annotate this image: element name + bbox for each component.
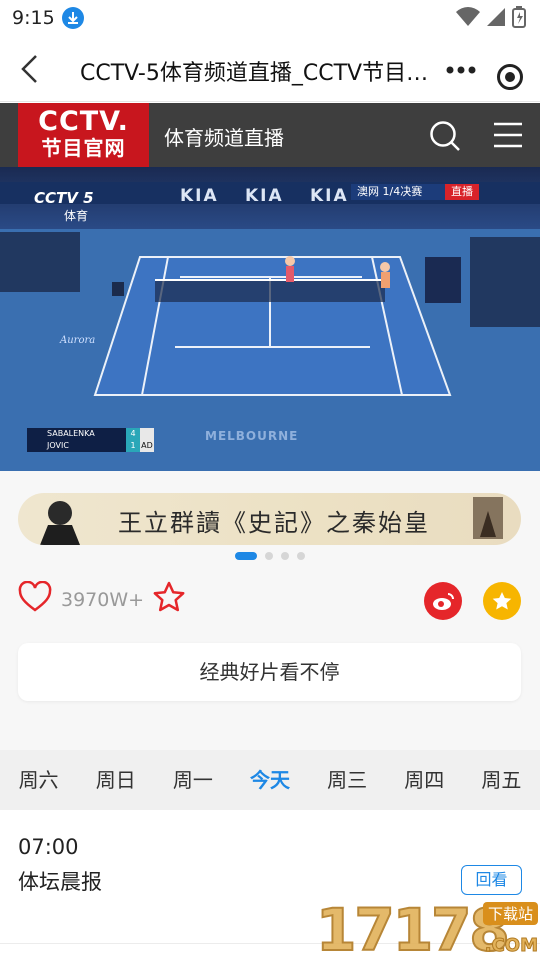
day-tabs: 周六 周日 周一 今天 周三 周四 周五 (0, 750, 540, 810)
live-badge: 直播 (445, 184, 479, 200)
player-name: JOVIC (47, 441, 69, 450)
cctv-logo[interactable]: CCTV. 节目官网 (18, 103, 149, 167)
watermark-badge: 下载站 (482, 902, 538, 925)
replay-button[interactable]: 回看 (461, 865, 522, 895)
tab-day[interactable]: 周三 (309, 750, 386, 810)
title-bar: CCTV-5体育频道直播_CCTV节目官网 (0, 36, 540, 102)
tab-today[interactable]: 今天 (231, 750, 308, 810)
site-watermark: 17178 下载站 .COM (315, 896, 540, 964)
player-name: SABALENKA (47, 429, 95, 438)
sponsor-logos: KIA (180, 186, 219, 206)
tab-day[interactable]: 周五 (463, 750, 540, 810)
sponsor-logo-2: KIA (245, 186, 284, 206)
channel-name: 体育频道直播 (164, 126, 284, 150)
event-label: 澳网 1/4决赛 (351, 184, 445, 200)
heart-icon[interactable] (18, 580, 52, 613)
carousel-dot[interactable] (265, 552, 273, 560)
status-bar: 9:15 (0, 0, 540, 36)
program-name: 体坛晨报 (18, 870, 102, 894)
tennis-net (155, 280, 385, 302)
promo-card[interactable]: 经典好片看不停 (18, 643, 521, 701)
battery-icon (512, 6, 526, 28)
sponsor-logo-3: KIA (310, 186, 349, 206)
point-score: AD (140, 440, 154, 452)
carousel-dot[interactable] (281, 552, 289, 560)
score-row: JOVIC 1 AD (27, 440, 154, 452)
page-title: CCTV-5体育频道直播_CCTV节目官网 (80, 61, 430, 86)
cctv5-watermark: CCTV 5 体育 (34, 189, 94, 224)
carousel-dots (0, 552, 540, 560)
channel-logo-sub: 体育 (64, 209, 89, 223)
banner-title: 王立群讀《史記》之秦始皇 (118, 509, 430, 537)
weibo-share-button[interactable] (424, 582, 462, 620)
program-time: 07:00 (18, 835, 79, 859)
like-count: 3970W+ (61, 589, 145, 611)
favorite-star-icon (492, 592, 512, 610)
signal-icon (487, 8, 505, 26)
status-indicators (456, 6, 526, 28)
games-score: 4 (126, 428, 140, 440)
weibo-icon (433, 593, 454, 610)
banner-slide[interactable]: 王立群讀《史記》之秦始皇 (18, 493, 521, 545)
download-icon (62, 7, 84, 29)
tab-day[interactable]: 周一 (154, 750, 231, 810)
tab-day[interactable]: 周四 (386, 750, 463, 810)
point-score (140, 428, 154, 440)
favorite-button[interactable] (483, 582, 521, 620)
mini-program-close-icon[interactable] (496, 63, 524, 91)
logo-text-bottom: 节目官网 (41, 136, 126, 160)
search-icon[interactable] (428, 119, 462, 153)
scoreboard: SABALENKA 4 JOVIC 1 AD (27, 428, 154, 452)
carousel-dot[interactable] (297, 552, 305, 560)
menu-icon[interactable] (492, 122, 524, 148)
games-score: 1 (126, 440, 140, 452)
site-header: CCTV. 节目官网 体育频道直播 (0, 103, 540, 167)
score-row: SABALENKA 4 (27, 428, 154, 440)
status-time: 9:15 (12, 7, 55, 29)
back-arrow-icon[interactable] (14, 50, 46, 88)
tab-day[interactable]: 周六 (0, 750, 77, 810)
watermark-suffix: .COM (484, 935, 538, 957)
channel-logo-text: CCTV 5 (34, 189, 94, 207)
match-info-tag: 澳网 1/4决赛 直播 (351, 184, 479, 200)
carousel-dot[interactable] (235, 552, 257, 560)
logo-text-top: CCTV. (38, 106, 129, 137)
wifi-icon (456, 7, 480, 27)
venue-text: MELBOURNE (205, 429, 298, 443)
star-icon[interactable] (152, 580, 186, 614)
video-player[interactable]: KIA KIA KIA MELBOURNE Aurora CCTV 5 体育 澳… (0, 167, 540, 471)
watermark-digits: 17178 (315, 896, 511, 964)
more-options-icon[interactable] (446, 62, 478, 76)
action-row: 3970W+ (0, 567, 540, 637)
court-logo-text: Aurora (59, 335, 95, 346)
promo-area: 经典好片看不停 (0, 637, 540, 750)
tab-day[interactable]: 周日 (77, 750, 154, 810)
